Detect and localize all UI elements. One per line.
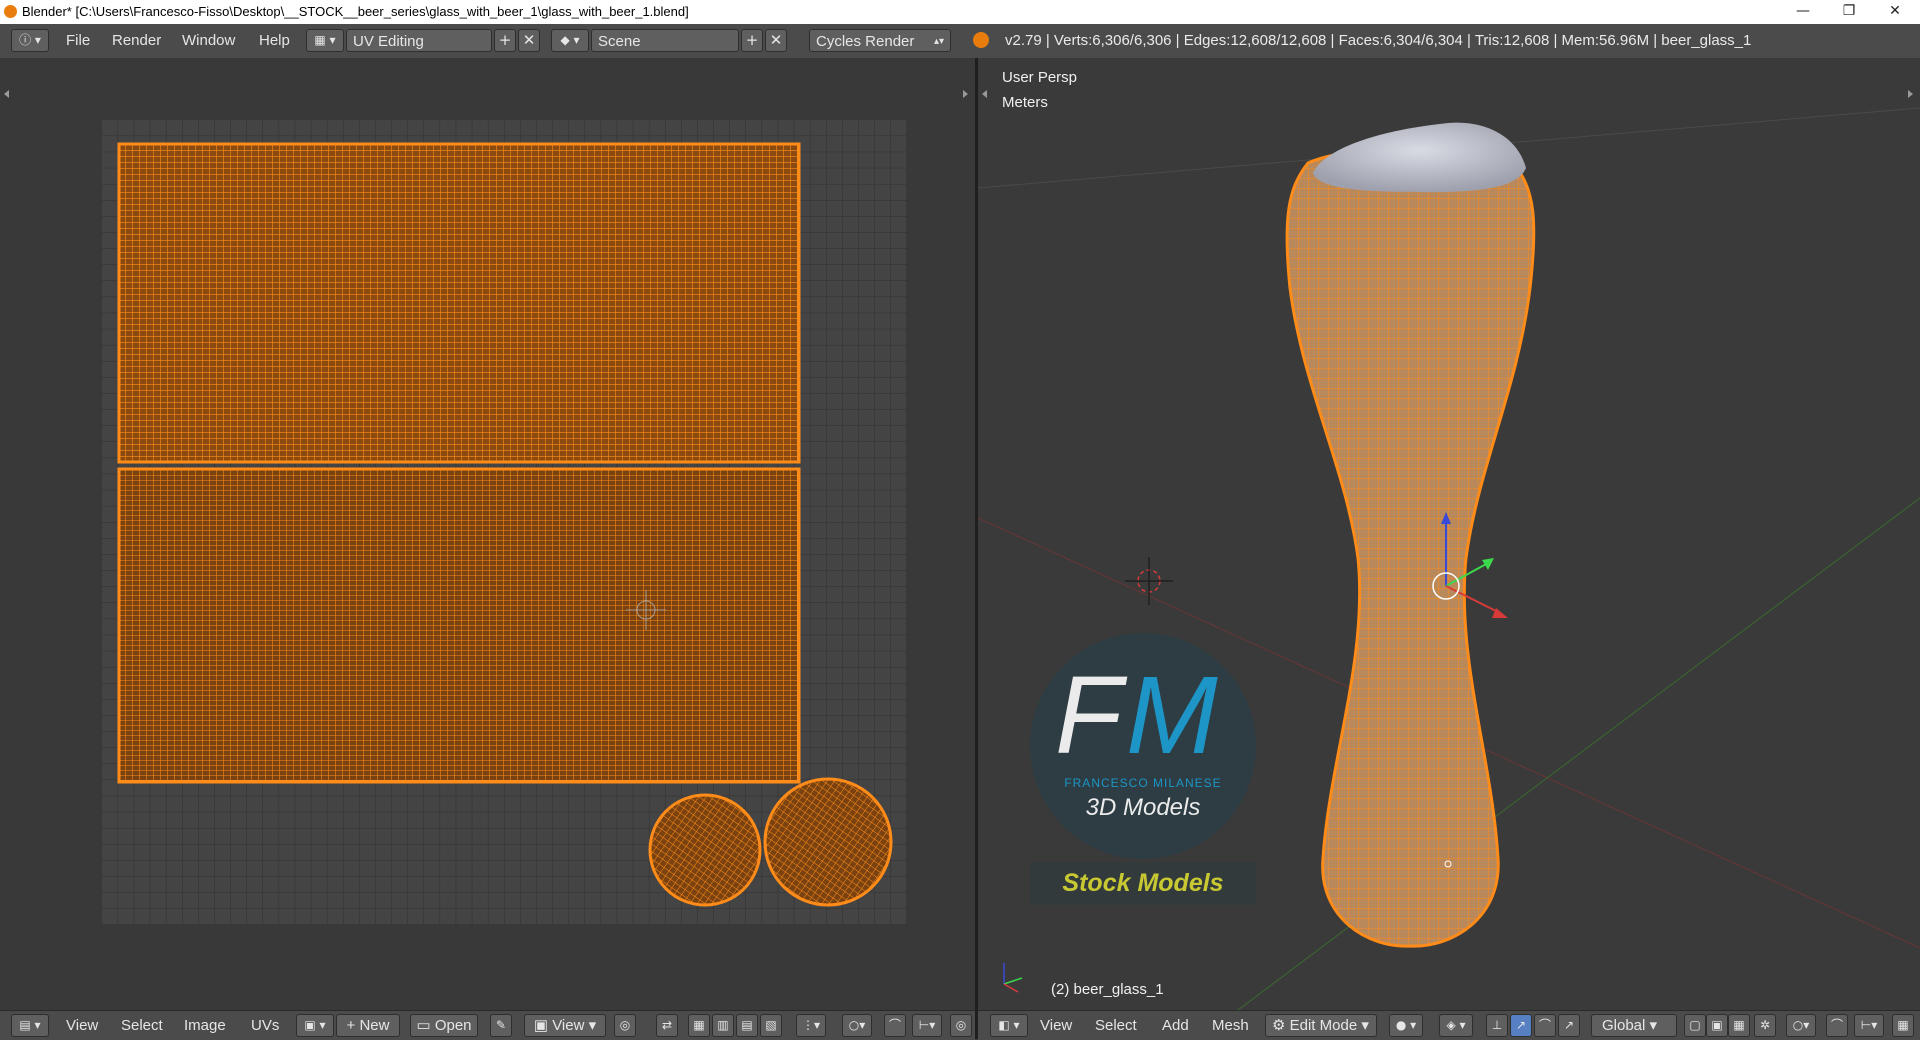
- new-image-button[interactable]: + New: [336, 1014, 400, 1037]
- add-scene-icon[interactable]: +: [741, 29, 763, 52]
- viewport-snap-element-icon[interactable]: ⊢▾: [1854, 1014, 1884, 1037]
- beer-foam: [1313, 122, 1526, 193]
- render-engine-label: Cycles Render: [816, 33, 915, 50]
- vertex-select-icon[interactable]: ▦: [688, 1014, 710, 1037]
- view-name-label: User Persp: [1002, 69, 1078, 86]
- uv-toolshelf-toggle-icon[interactable]: [4, 90, 9, 98]
- sync-selection-icon[interactable]: ⇄: [656, 1014, 678, 1037]
- stock-models-badge: Stock Models: [1030, 862, 1256, 905]
- viewport-properties-toggle-icon[interactable]: [1908, 90, 1913, 98]
- units-label: Meters: [1002, 94, 1048, 111]
- uv-editor-header: ▤ ▾ View Select Image UVs ▣ ▾ + New ▭ Op…: [0, 1010, 975, 1040]
- viewport-menu-select[interactable]: Select: [1095, 1017, 1137, 1034]
- uv-island-circle-large[interactable]: [763, 777, 893, 907]
- viewport-toolshelf-toggle-icon[interactable]: [982, 90, 987, 98]
- face-select-mode-icon[interactable]: ▦: [1728, 1014, 1750, 1037]
- close-window-button[interactable]: ✕: [1872, 0, 1918, 24]
- open-image-label: Open: [434, 1017, 472, 1034]
- delete-layout-icon[interactable]: ✕: [518, 29, 540, 52]
- occlude-geometry-icon[interactable]: ✲: [1754, 1014, 1776, 1037]
- scene-statistics: v2.79 | Verts:6,306/6,306 | Edges:12,608…: [1005, 32, 1752, 49]
- logo-tagline: 3D Models: [1085, 794, 1201, 821]
- manipulator-toggle-icon[interactable]: ⊥: [1486, 1014, 1508, 1037]
- uv-canvas[interactable]: [0, 58, 975, 1010]
- scale-manipulator-icon[interactable]: ↗: [1558, 1014, 1580, 1037]
- uv-island-lower[interactable]: [117, 467, 801, 784]
- logo-name: FRANCESCO MILANESE: [1064, 776, 1222, 790]
- pivot-icon[interactable]: ◎: [614, 1014, 636, 1037]
- uv-properties-toggle-icon[interactable]: [963, 90, 968, 98]
- vertex-select-mode-icon[interactable]: ▢: [1684, 1014, 1706, 1037]
- francesco-milanese-logo: F M FRANCESCO MILANESE 3D Models: [1030, 633, 1256, 859]
- uv-island-upper[interactable]: [117, 142, 801, 464]
- active-object-label: (2) beer_glass_1: [1051, 981, 1164, 998]
- snap-icon[interactable]: ⌒: [884, 1014, 906, 1037]
- viewport-proportional-edit-icon[interactable]: ○▾: [1786, 1014, 1816, 1037]
- minimize-button[interactable]: —: [1780, 0, 1826, 24]
- new-image-label: New: [359, 1017, 390, 1034]
- logo-letter-m: M: [1126, 654, 1218, 777]
- sticky-mode-icon[interactable]: ⋮▾: [796, 1014, 826, 1037]
- render-engine-dropdown[interactable]: Cycles Render ▴▾: [809, 29, 951, 52]
- pin-image-icon[interactable]: ✎: [490, 1014, 512, 1037]
- mode-dropdown[interactable]: ⚙ Edit Mode ▾: [1265, 1014, 1377, 1037]
- viewport-snap-icon[interactable]: ⌒: [1826, 1014, 1848, 1037]
- shading-mode-icon[interactable]: ● ▾: [1389, 1014, 1423, 1037]
- uv-image-editor[interactable]: [0, 58, 975, 1010]
- restore-button[interactable]: ❐: [1826, 0, 1872, 24]
- layer-icon[interactable]: ▦: [1892, 1014, 1914, 1037]
- view-mode-dropdown[interactable]: ▣ View ▾: [524, 1014, 606, 1037]
- window-title: Blender* [C:\Users\Francesco-Fisso\Deskt…: [22, 4, 689, 19]
- scene-icon[interactable]: ◆ ▾: [551, 29, 589, 52]
- editor-type-image-icon[interactable]: ▤ ▾: [11, 1014, 49, 1037]
- info-header: ⓘ ▾ File Render Window Help ▦ ▾ UV Editi…: [0, 24, 1920, 59]
- uv-island-circle-small[interactable]: [648, 793, 762, 907]
- uv-menu-uvs[interactable]: UVs: [251, 1017, 279, 1034]
- delete-scene-icon[interactable]: ✕: [765, 29, 787, 52]
- add-layout-icon[interactable]: +: [494, 29, 516, 52]
- transform-orientation-dropdown[interactable]: Global ▾: [1591, 1014, 1677, 1037]
- view-mode-label: View: [552, 1017, 585, 1034]
- uv-snap-element-icon[interactable]: ⊢▾: [912, 1014, 942, 1037]
- 3d-cursor-icon[interactable]: [1125, 557, 1173, 605]
- mode-label: Edit Mode: [1289, 1017, 1358, 1034]
- beer-glass-mesh[interactable]: [1285, 146, 1536, 948]
- editor-type-info-icon[interactable]: ⓘ ▾: [11, 29, 49, 52]
- edge-select-icon[interactable]: ▥: [712, 1014, 734, 1037]
- uv-menu-image[interactable]: Image: [184, 1017, 226, 1034]
- rotate-manipulator-icon[interactable]: ⌒: [1534, 1014, 1556, 1037]
- menu-window[interactable]: Window: [182, 32, 235, 49]
- screen-layout-icon[interactable]: ▦ ▾: [306, 29, 344, 52]
- island-select-icon[interactable]: ▧: [760, 1014, 782, 1037]
- menu-render[interactable]: Render: [112, 32, 161, 49]
- image-browse-icon[interactable]: ▣ ▾: [296, 1014, 334, 1037]
- blender-app-icon: [4, 5, 17, 18]
- uv-menu-view[interactable]: View: [66, 1017, 98, 1034]
- face-select-icon[interactable]: ▤: [736, 1014, 758, 1037]
- render-preview-icon[interactable]: ◎: [950, 1014, 972, 1037]
- editor-type-3d-icon[interactable]: ◧ ▾: [990, 1014, 1028, 1037]
- pivot-point-icon[interactable]: ◈ ▾: [1439, 1014, 1473, 1037]
- window-title-bar: Blender* [C:\Users\Francesco-Fisso\Deskt…: [0, 0, 1920, 24]
- viewport-header: ◧ ▾ View Select Add Mesh ⚙ Edit Mode ▾ ●…: [978, 1010, 1920, 1040]
- screen-layout-field[interactable]: UV Editing: [346, 29, 492, 52]
- orientation-label: Global: [1602, 1017, 1646, 1034]
- axis-orientation-icon: [1003, 963, 1023, 993]
- logo-letter-f: F: [1055, 654, 1122, 777]
- translate-manipulator-icon[interactable]: ↗: [1510, 1014, 1532, 1037]
- scene-field[interactable]: Scene: [591, 29, 739, 52]
- menu-file[interactable]: File: [66, 32, 90, 49]
- blender-logo-icon: [973, 32, 989, 48]
- proportional-edit-icon[interactable]: ○▾: [842, 1014, 872, 1037]
- uv-menu-select[interactable]: Select: [121, 1017, 163, 1034]
- menu-help[interactable]: Help: [259, 32, 290, 49]
- viewport-menu-mesh[interactable]: Mesh: [1212, 1017, 1249, 1034]
- viewport-menu-add[interactable]: Add: [1162, 1017, 1189, 1034]
- dropdown-arrows-icon: ▴▾: [933, 36, 944, 47]
- open-image-button[interactable]: ▭ Open: [410, 1014, 478, 1037]
- viewport-menu-view[interactable]: View: [1040, 1017, 1072, 1034]
- edge-select-mode-icon[interactable]: ▣: [1706, 1014, 1728, 1037]
